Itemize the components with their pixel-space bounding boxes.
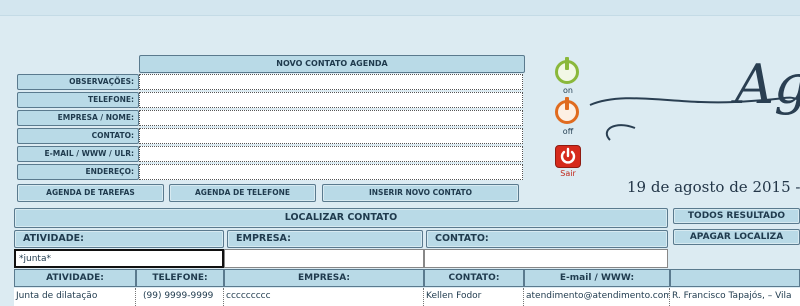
observacoes-field[interactable] (139, 74, 523, 90)
label-endereco: ENDEREÇO: (17, 164, 139, 180)
col-endereco (670, 269, 800, 287)
label-contato: CONTATO: (17, 128, 139, 144)
current-date: 19 de agosto de 2015 - (627, 178, 800, 196)
endereco-field[interactable] (139, 164, 523, 180)
row-contato-cell[interactable]: Kellen Fodor (424, 288, 524, 306)
on-label: on (563, 86, 573, 95)
label-observacoes: OBSERVAÇÕES: (17, 74, 139, 90)
telefone-field[interactable] (139, 92, 523, 108)
sair-label: Sair (560, 169, 576, 178)
agenda-tarefas-button[interactable]: AGENDA DE TAREFAS (17, 184, 164, 202)
label-telefone: TELEFONE: (17, 92, 139, 108)
agenda-script-logo: Ag (585, 50, 800, 170)
top-strip (0, 0, 800, 16)
apagar-localizar-button[interactable]: APAGAR LOCALIZA (673, 229, 800, 245)
row-endereco-cell[interactable]: R. Francisco Tapajós, – Vila (670, 288, 800, 306)
label-email: E-MAIL / WWW / ULR: (17, 146, 139, 162)
localizar-contato-title: LOCALIZAR CONTATO (14, 208, 668, 228)
label-empresa-nome: EMPRESA / NOME: (17, 110, 139, 126)
contato-field[interactable] (139, 128, 523, 144)
filter-empresa-label: EMPRESA: (227, 230, 423, 248)
agenda-telefone-button[interactable]: AGENDA DE TELEFONE (169, 184, 316, 202)
col-telefone: TELEFONE: (136, 269, 224, 287)
row-atividade-cell[interactable]: Junta de dilatação (14, 288, 136, 306)
new-contact-title: NOVO CONTATO AGENDA (139, 55, 525, 73)
empresa-nome-field[interactable] (139, 110, 523, 126)
row-empresa-cell[interactable]: ccccccccc (224, 288, 424, 306)
power-off-stem (565, 97, 569, 110)
col-atividade: ATIVIDADE: (14, 269, 136, 287)
row-telefone-cell[interactable]: (99) 9999-9999 (136, 288, 224, 306)
filter-contato-input[interactable] (424, 249, 668, 268)
power-on-stem (565, 57, 569, 70)
filter-atividade-label: ATIVIDADE: (14, 230, 224, 248)
row-email-cell[interactable]: atendimento@atendimento.com (524, 288, 670, 306)
col-empresa: EMPRESA: (224, 269, 424, 287)
filter-empresa-input[interactable] (224, 249, 424, 268)
col-contato: CONTATO: (424, 269, 524, 287)
filter-contato-label: CONTATO: (426, 230, 668, 248)
logo-script-text: Ag (735, 53, 800, 116)
off-label: off (562, 127, 574, 136)
todos-resultados-button[interactable]: TODOS RESULTADO (673, 208, 800, 224)
inserir-contato-button[interactable]: INSERIR NOVO CONTATO (322, 184, 519, 202)
filter-atividade-input[interactable]: *junta* (14, 249, 224, 268)
exit-power-icon[interactable] (555, 145, 581, 168)
email-field[interactable] (139, 146, 523, 162)
col-email: E-mail / WWW: (524, 269, 670, 287)
